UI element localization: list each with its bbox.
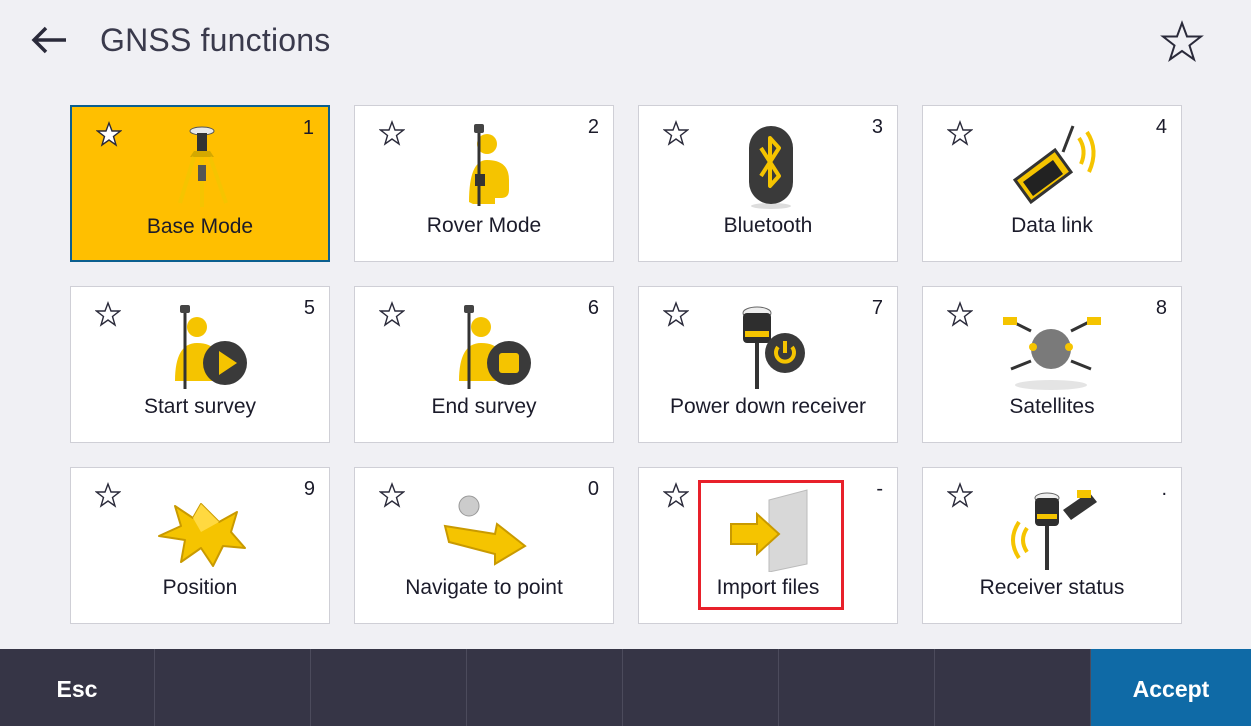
tile-label: Receiver status — [979, 576, 1125, 599]
tile-start-survey[interactable]: 5 Start survey — [70, 286, 330, 443]
tripod-base-icon — [178, 126, 228, 207]
star-outline-icon[interactable] — [379, 301, 405, 327]
tile-label: Rover Mode — [426, 214, 542, 237]
tile-label: Navigate to point — [405, 576, 563, 599]
tile-navigate-to-point[interactable]: 0 Navigate to point — [354, 467, 614, 624]
shortcut-key: 5 — [303, 297, 315, 319]
tile-label: Satellites — [1009, 395, 1095, 418]
shortcut-key: - — [876, 478, 883, 500]
shortcut-key: 2 — [587, 116, 599, 138]
tile-receiver-status[interactable]: . Receiver status — [922, 467, 1182, 624]
star-outline-icon[interactable] — [379, 482, 405, 508]
shortcut-key: 3 — [871, 116, 883, 138]
back-button[interactable] — [28, 22, 72, 58]
favorite-button[interactable] — [1160, 20, 1204, 64]
tile-base-mode[interactable]: 1 Base Mode — [70, 105, 330, 262]
arrow-left-icon — [31, 26, 66, 54]
esc-label: Esc — [56, 676, 98, 702]
tile-label: Power down receiver — [669, 395, 867, 418]
star-outline-icon[interactable] — [947, 482, 973, 508]
shortcut-key: 4 — [1155, 116, 1167, 138]
softkey-6[interactable] — [780, 649, 935, 726]
accept-label: Accept — [1132, 676, 1210, 702]
tile-power-down-receiver[interactable]: 7 Power down receiver — [638, 286, 898, 443]
star-outline-icon[interactable] — [379, 120, 405, 146]
star-outline-icon[interactable] — [947, 301, 973, 327]
tile-satellites[interactable]: 8 Satellites — [922, 286, 1182, 443]
receiver-status-icon — [1011, 490, 1097, 570]
star-outline-icon[interactable] — [95, 301, 121, 327]
softkey-7[interactable] — [936, 649, 1091, 726]
tile-end-survey[interactable]: 6 End survey — [354, 286, 614, 443]
tile-label: End survey — [431, 395, 537, 418]
satellite-icon — [1003, 317, 1101, 390]
tile-import-files[interactable]: - Import files — [638, 467, 898, 624]
tile-label: Base Mode — [146, 215, 254, 238]
star-outline-icon[interactable] — [663, 301, 689, 327]
import-file-icon — [730, 489, 808, 572]
start-survey-icon — [175, 305, 247, 389]
softkey-4[interactable] — [468, 649, 623, 726]
tile-bluetooth[interactable]: 3 Bluetooth — [638, 105, 898, 262]
star-outline-icon[interactable] — [947, 120, 973, 146]
shortcut-key: 6 — [587, 297, 599, 319]
shortcut-key: . — [1161, 478, 1167, 500]
footer-bar: Esc Accept — [0, 649, 1251, 726]
shortcut-key: 1 — [302, 117, 314, 139]
rover-person-icon — [469, 124, 509, 206]
power-receiver-icon — [742, 306, 805, 389]
shortcut-key: 9 — [303, 478, 315, 500]
star-outline-icon[interactable] — [95, 482, 121, 508]
tile-label: Data link — [1011, 214, 1093, 237]
navigate-arrow-icon — [443, 495, 527, 566]
star-outline-icon[interactable] — [663, 120, 689, 146]
tile-label: Start survey — [143, 395, 257, 418]
end-survey-icon — [459, 305, 531, 389]
page-title: GNSS functions — [100, 22, 331, 58]
tile-label: Bluetooth — [723, 214, 813, 237]
shortcut-key: 7 — [871, 297, 883, 319]
tile-position[interactable]: 9 Position — [70, 467, 330, 624]
header-bar: GNSS functions — [0, 0, 1251, 84]
tile-label: Position — [162, 576, 238, 599]
tile-data-link[interactable]: 4 Data link — [922, 105, 1182, 262]
softkey-5[interactable] — [624, 649, 779, 726]
star-icon[interactable] — [96, 121, 122, 147]
star-outline-icon — [1160, 20, 1204, 63]
esc-button[interactable]: Esc — [0, 649, 155, 726]
bluetooth-icon — [749, 126, 793, 209]
accept-button[interactable]: Accept — [1091, 649, 1251, 726]
star-outline-icon[interactable] — [663, 482, 689, 508]
tile-label: Import files — [716, 576, 820, 599]
radio-data-link-icon — [1012, 125, 1096, 205]
shortcut-key: 8 — [1155, 297, 1167, 319]
softkey-3[interactable] — [312, 649, 467, 726]
position-arrows-icon — [158, 503, 246, 567]
tile-rover-mode[interactable]: 2 Rover Mode — [354, 105, 614, 262]
shortcut-key: 0 — [587, 478, 599, 500]
softkey-2[interactable] — [156, 649, 311, 726]
